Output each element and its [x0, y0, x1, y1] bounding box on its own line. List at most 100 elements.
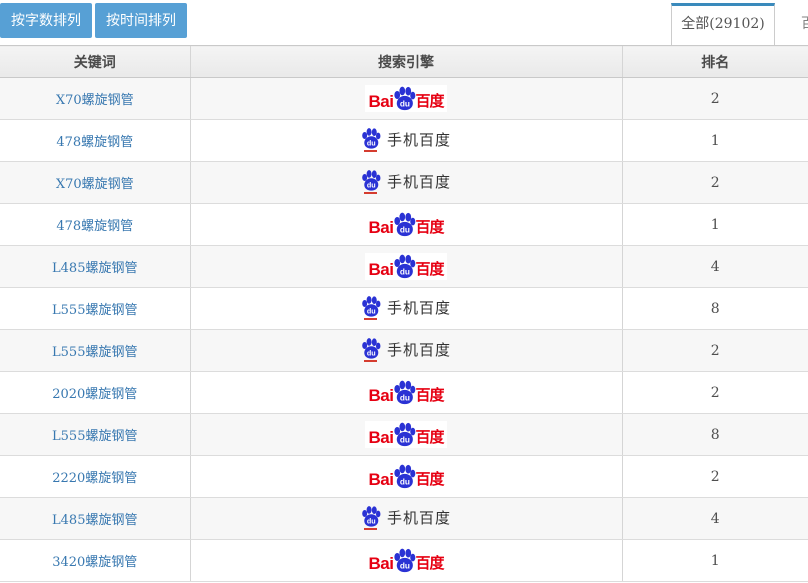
- table-body: X70螺旋钢管Baidu百度2478螺旋钢管du手机百度1X70螺旋钢管du手机…: [0, 78, 808, 582]
- keyword-link[interactable]: L555螺旋钢管: [52, 303, 137, 318]
- baidu-paw-du-text: du: [367, 307, 376, 316]
- keyword-cell: 478螺旋钢管: [0, 120, 190, 162]
- engine-cell: Baidu百度: [190, 372, 622, 414]
- mobile-baidu-engine: du 手机百度: [361, 170, 451, 194]
- engine-cell: Baidu百度: [190, 414, 622, 456]
- mobile-baidu-underline: [364, 360, 377, 362]
- baidu-paw-icon: du: [361, 338, 381, 359]
- baidu-paw-icon: du: [393, 212, 416, 237]
- col-header-keyword: 关键词: [0, 46, 190, 78]
- rank-cell: 2: [622, 372, 808, 414]
- keyword-cell: L485螺旋钢管: [0, 498, 190, 540]
- rank-cell: 2: [622, 78, 808, 120]
- keyword-cell: X70螺旋钢管: [0, 78, 190, 120]
- keyword-cell: L555螺旋钢管: [0, 288, 190, 330]
- baidu-logo-text-cn: 百度: [415, 556, 443, 573]
- rank-cell: 8: [622, 288, 808, 330]
- keyword-link[interactable]: L555螺旋钢管: [52, 429, 137, 444]
- baidu-logo-text-cn: 百度: [415, 262, 443, 279]
- baidu-paw-icon: du: [393, 548, 416, 573]
- keyword-link[interactable]: L555螺旋钢管: [52, 345, 137, 360]
- mobile-baidu-engine: du 手机百度: [361, 128, 451, 152]
- baidu-paw-du-text: du: [367, 181, 376, 190]
- mobile-baidu-label: 手机百度: [387, 175, 451, 190]
- engine-cell: du 手机百度: [190, 288, 622, 330]
- table-row: L555螺旋钢管 du 手机百度 2: [0, 330, 808, 372]
- keyword-cell: X70螺旋钢管: [0, 162, 190, 204]
- baidu-paw-icon: du: [361, 128, 381, 149]
- rank-cell: 2: [622, 162, 808, 204]
- mobile-baidu-icon: du: [361, 296, 381, 320]
- baidu-paw-du-text: du: [400, 100, 410, 109]
- baidu-logo: Baidu百度: [365, 211, 448, 238]
- table-row: 2220螺旋钢管Baidu百度2: [0, 456, 808, 498]
- table-row: 3420螺旋钢管Baidu百度1: [0, 540, 808, 582]
- table-row: 478螺旋钢管 du 手机百度 1: [0, 120, 808, 162]
- tab-bar: 全部(29102) 百度: [671, 3, 808, 45]
- keyword-link[interactable]: L485螺旋钢管: [52, 513, 137, 528]
- baidu-paw-icon: du: [361, 506, 381, 527]
- table-row: L485螺旋钢管du手机百度4: [0, 498, 808, 540]
- rank-cell: 8: [622, 414, 808, 456]
- mobile-baidu-underline: [364, 192, 377, 194]
- rank-cell: 1: [622, 540, 808, 582]
- engine-cell: du 手机百度: [190, 330, 622, 372]
- baidu-paw-icon: du: [393, 422, 416, 447]
- keyword-link[interactable]: 478螺旋钢管: [56, 135, 133, 150]
- baidu-paw-du-text: du: [400, 562, 410, 571]
- keyword-cell: L555螺旋钢管: [0, 414, 190, 456]
- mobile-baidu-label: 手机百度: [387, 511, 451, 526]
- baidu-logo-text-bai: Bai: [369, 429, 394, 447]
- sort-by-time-button[interactable]: 按时间排列: [95, 3, 187, 38]
- table-row: X70螺旋钢管Baidu百度2: [0, 78, 808, 120]
- baidu-logo-text-bai: Bai: [369, 471, 394, 489]
- baidu-logo-text-cn: 百度: [415, 94, 443, 111]
- keyword-link[interactable]: 478螺旋钢管: [56, 219, 133, 234]
- baidu-logo: Baidu百度: [365, 547, 448, 574]
- engine-cell: Baidu百度: [190, 540, 622, 582]
- baidu-paw-du-text: du: [367, 139, 376, 148]
- col-header-engine: 搜索引擎: [190, 46, 622, 78]
- mobile-baidu-label: 手机百度: [387, 301, 451, 316]
- keyword-cell: 478螺旋钢管: [0, 204, 190, 246]
- rank-cell: 2: [622, 330, 808, 372]
- toolbar: 按字数排列 按时间排列 全部(29102) 百度: [0, 0, 808, 45]
- mobile-baidu-label: 手机百度: [387, 133, 451, 148]
- tab-baidu[interactable]: 百度: [775, 3, 808, 45]
- rank-cell: 1: [622, 120, 808, 162]
- keyword-link[interactable]: 3420螺旋钢管: [52, 555, 137, 570]
- engine-cell: du 手机百度: [190, 498, 622, 540]
- keyword-link[interactable]: X70螺旋钢管: [56, 177, 134, 192]
- keyword-link[interactable]: 2020螺旋钢管: [52, 387, 137, 402]
- keyword-link[interactable]: 2220螺旋钢管: [52, 471, 137, 486]
- table-row: X70螺旋钢管 du 手机百度 2: [0, 162, 808, 204]
- ranking-table: 关键词 搜索引擎 排名 X70螺旋钢管Baidu百度2478螺旋钢管du手机百度…: [0, 45, 808, 582]
- baidu-paw-icon: du: [361, 170, 381, 191]
- keyword-link[interactable]: X70螺旋钢管: [56, 93, 134, 108]
- engine-cell: du 手机百度: [190, 120, 622, 162]
- table-row: L555螺旋钢管 Baidu百度8: [0, 414, 808, 456]
- baidu-logo-text-cn: 百度: [415, 220, 443, 237]
- mobile-baidu-engine: du 手机百度: [361, 506, 451, 530]
- baidu-paw-icon: du: [393, 380, 416, 405]
- mobile-baidu-underline: [364, 318, 377, 320]
- baidu-paw-du-text: du: [367, 349, 376, 358]
- mobile-baidu-label: 手机百度: [387, 343, 451, 358]
- table-row: 2020螺旋钢管 Baidu百度 2: [0, 372, 808, 414]
- baidu-paw-icon: du: [393, 86, 416, 111]
- baidu-logo: Baidu百度: [365, 379, 448, 406]
- table-row: L485螺旋钢管Baidu百度4: [0, 246, 808, 288]
- keyword-cell: 2220螺旋钢管: [0, 456, 190, 498]
- table-row: L555螺旋钢管 du 手机百度 8: [0, 288, 808, 330]
- mobile-baidu-underline: [364, 150, 377, 152]
- baidu-logo-text-cn: 百度: [415, 472, 443, 489]
- mobile-baidu-icon: du: [361, 506, 381, 530]
- sort-by-wordcount-button[interactable]: 按字数排列: [0, 3, 92, 38]
- tab-all[interactable]: 全部(29102): [671, 3, 775, 45]
- keyword-link[interactable]: L485螺旋钢管: [52, 261, 137, 276]
- mobile-baidu-icon: du: [361, 338, 381, 362]
- baidu-paw-du-text: du: [367, 517, 376, 526]
- baidu-logo: Baidu百度: [365, 85, 448, 112]
- baidu-logo: Baidu百度: [365, 463, 448, 490]
- engine-cell: Baidu百度: [190, 78, 622, 120]
